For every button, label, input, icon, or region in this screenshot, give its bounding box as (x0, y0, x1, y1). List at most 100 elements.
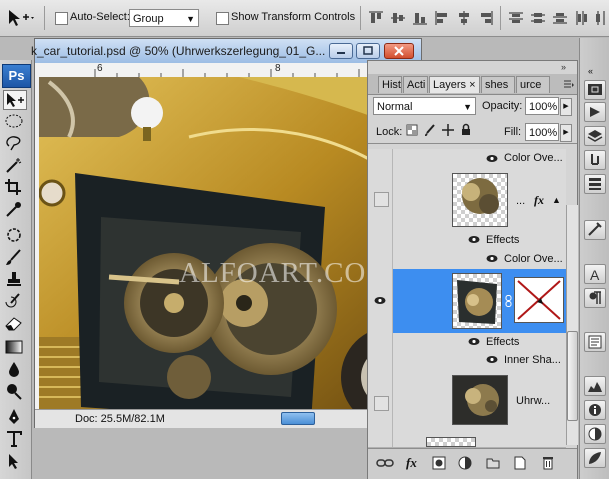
chain-link-icon[interactable] (504, 295, 513, 310)
info-panel-icon[interactable] (584, 400, 606, 420)
masks-icon[interactable] (584, 448, 606, 468)
document-canvas[interactable]: ALFOART.COM (39, 77, 421, 409)
new-group-icon[interactable] (486, 457, 500, 472)
visibility-cell[interactable] (368, 351, 393, 369)
visibility-cell[interactable] (368, 369, 393, 431)
expand-dock-icon[interactable]: « (588, 66, 593, 76)
info-icon[interactable] (584, 102, 606, 122)
gradient-tool-icon[interactable] (3, 338, 27, 358)
new-layer-icon[interactable] (514, 456, 526, 473)
histogram-icon[interactable] (584, 376, 606, 396)
eye-icon[interactable] (486, 355, 498, 367)
fx-indicator[interactable]: fx (534, 193, 544, 208)
distribute-hcenter-icon[interactable] (594, 10, 609, 26)
panel-menu-icon[interactable] (563, 78, 575, 93)
type-tool-icon[interactable] (3, 430, 27, 450)
history-brush-tool-icon[interactable] (3, 292, 27, 312)
eye-icon[interactable] (374, 296, 386, 308)
effect-row-inner-shadow[interactable]: Inner Sha... (368, 351, 566, 370)
align-top-icon[interactable] (368, 10, 384, 26)
dodge-tool-icon[interactable] (3, 382, 27, 402)
character-icon[interactable]: A (584, 264, 606, 284)
eye-icon[interactable] (486, 254, 498, 266)
expand-effects-icon[interactable]: ▲ (552, 195, 561, 205)
layer-row[interactable]: Uhrw... (368, 369, 566, 432)
blur-tool-icon[interactable] (3, 360, 27, 380)
auto-select-checkbox[interactable] (55, 12, 68, 25)
paragraph-icon[interactable] (584, 288, 606, 308)
document-title-bar[interactable]: k_car_tutorial.psd @ 50% (Uhrwerkszerleg… (31, 39, 421, 64)
eraser-tool-icon[interactable] (3, 314, 27, 334)
paths-icon[interactable] (584, 174, 606, 194)
lock-all-icon[interactable] (460, 123, 472, 139)
tab-actions[interactable]: Acti (403, 76, 428, 93)
opacity-input[interactable]: 100% (525, 97, 559, 115)
distribute-top-icon[interactable] (508, 10, 524, 26)
channels-icon[interactable] (584, 150, 606, 170)
visibility-cell[interactable] (368, 249, 393, 269)
layer-row[interactable]: ... fx ▲ (368, 169, 566, 232)
visibility-cell[interactable] (368, 431, 393, 447)
move-tool-preset-icon[interactable] (6, 8, 36, 28)
visibility-toggle-empty[interactable] (374, 396, 389, 411)
collapse-panel-icon[interactable]: » (561, 62, 566, 72)
effects-row[interactable]: Effects (368, 333, 566, 352)
lock-transparent-icon[interactable] (406, 124, 418, 139)
healing-brush-tool-icon[interactable] (3, 226, 27, 246)
layer-row[interactable] (368, 431, 566, 448)
effect-row-color-overlay[interactable]: Color Ove... (368, 249, 566, 270)
eye-icon[interactable] (468, 337, 480, 349)
visibility-cell[interactable] (368, 169, 393, 231)
visibility-toggle-empty[interactable] (374, 192, 389, 207)
eye-icon[interactable] (468, 235, 480, 247)
distribute-bottom-icon[interactable] (552, 10, 568, 26)
maximize-button[interactable] (356, 43, 380, 59)
adjustment-layer-icon[interactable] (458, 456, 472, 473)
close-button[interactable] (384, 43, 414, 59)
visibility-cell[interactable] (368, 269, 393, 333)
pen-tool-icon[interactable] (3, 408, 27, 428)
align-vcenter-icon[interactable] (390, 10, 406, 26)
magic-wand-tool-icon[interactable] (3, 156, 27, 176)
move-tool-icon[interactable] (3, 90, 27, 110)
link-layers-icon[interactable] (376, 457, 394, 472)
effects-row[interactable]: Effects (368, 231, 566, 250)
visibility-cell[interactable] (368, 231, 393, 249)
tab-brushes[interactable]: shes (481, 76, 515, 93)
tab-close-icon[interactable]: × (469, 79, 475, 91)
notes-icon[interactable] (584, 332, 606, 352)
layer-mask-thumbnail[interactable] (514, 277, 564, 323)
layer-thumbnail[interactable] (452, 375, 508, 425)
fill-slider-button[interactable]: ▶ (560, 124, 572, 142)
add-mask-icon[interactable] (432, 456, 446, 473)
adjustments-icon[interactable] (584, 424, 606, 444)
marquee-tool-icon[interactable] (3, 112, 27, 132)
distribute-vcenter-icon[interactable] (530, 10, 546, 26)
horizontal-scroll-thumb[interactable] (281, 412, 315, 425)
align-bottom-icon[interactable] (412, 10, 428, 26)
layer-thumbnail[interactable] (452, 273, 502, 329)
visibility-cell[interactable] (368, 149, 393, 169)
show-transform-checkbox[interactable] (216, 12, 229, 25)
tab-source[interactable]: urce (516, 76, 550, 93)
layer-row-selected[interactable] (368, 269, 566, 334)
brush-tool-icon[interactable] (3, 248, 27, 268)
lock-pixels-icon[interactable] (424, 124, 436, 139)
distribute-left-icon[interactable] (574, 10, 590, 26)
eye-icon[interactable] (486, 154, 498, 166)
layer-thumbnail[interactable] (426, 437, 476, 447)
opacity-slider-button[interactable]: ▶ (560, 98, 572, 116)
path-selection-tool-icon[interactable] (3, 452, 27, 472)
tab-layers[interactable]: Layers × (429, 76, 480, 93)
eyedropper-tool-icon[interactable] (3, 200, 27, 220)
minimize-button[interactable] (329, 43, 353, 59)
lasso-tool-icon[interactable] (3, 134, 27, 154)
layers-scroll-thumb[interactable] (567, 331, 578, 421)
effect-row-color-overlay[interactable]: Color Ove... (368, 149, 566, 170)
layers-dock-icon[interactable] (584, 126, 606, 146)
crop-tool-icon[interactable] (3, 178, 27, 198)
fill-input[interactable]: 100% (525, 123, 559, 141)
trash-icon[interactable] (542, 455, 554, 473)
blend-mode-dropdown[interactable]: Normal ▼ (373, 97, 476, 115)
clone-stamp-tool-icon[interactable] (3, 270, 27, 290)
